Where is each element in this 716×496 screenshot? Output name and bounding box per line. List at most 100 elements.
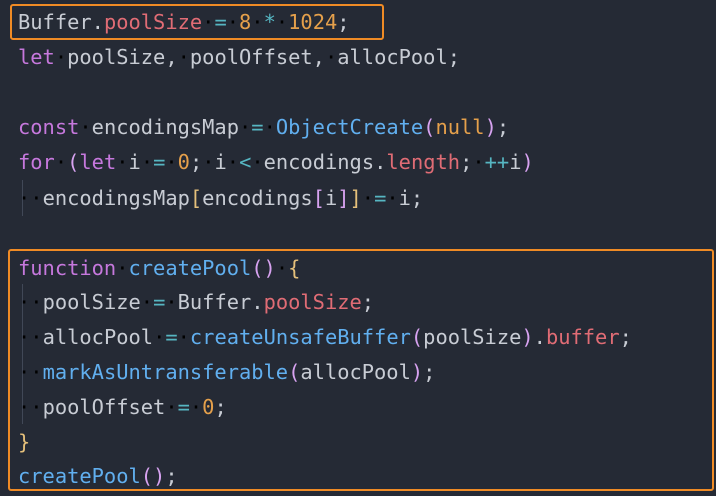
code-token: 0 xyxy=(202,395,215,419)
code-token: () xyxy=(251,256,276,280)
code-line-for-loop[interactable]: for·(let·i·=·0;·i·<·encodings.length;·++… xyxy=(18,144,534,180)
code-token: = xyxy=(177,395,190,419)
code-token: function xyxy=(18,256,117,280)
whitespace: · xyxy=(165,290,178,314)
code-token: buffer xyxy=(545,325,620,349)
code-line-create-pool-call[interactable]: createPool(); xyxy=(18,458,178,494)
code-token: < xyxy=(239,150,252,174)
code-token: createUnsafeBuffer xyxy=(189,325,411,349)
code-token: ; xyxy=(361,290,375,314)
whitespace: ·· xyxy=(18,186,43,210)
code-token: i xyxy=(128,150,141,174)
whitespace: · xyxy=(54,45,68,69)
code-token: i xyxy=(324,186,338,210)
code-token: = xyxy=(251,115,264,139)
code-token: ; xyxy=(460,150,473,174)
whitespace: · xyxy=(251,10,264,34)
whitespace: · xyxy=(189,395,203,419)
code-token: ; xyxy=(337,10,350,34)
code-token: encodingsMap xyxy=(42,186,190,210)
code-editor[interactable]: Buffer.poolSize·=·8·*·1024; let·poolSize,… xyxy=(0,0,716,496)
code-line-function-create-pool[interactable]: function·createPool()·{ xyxy=(18,250,300,286)
whitespace: · xyxy=(386,186,399,210)
code-token: ; xyxy=(423,360,436,384)
whitespace: · xyxy=(226,150,240,174)
code-token: i; xyxy=(398,186,424,210)
code-line-let-declarations[interactable]: let·poolSize,·poolOffset,·allocPool; xyxy=(18,39,460,75)
whitespace: · xyxy=(116,256,129,280)
whitespace: · xyxy=(324,45,338,69)
code-token: let xyxy=(18,45,55,69)
code-token: poolSize, xyxy=(67,45,178,69)
code-token: 1024 xyxy=(288,10,338,34)
code-token: ( xyxy=(423,115,436,139)
code-token: poolSize xyxy=(263,290,362,314)
code-token: poolSize xyxy=(103,10,203,34)
code-token: i xyxy=(509,150,522,174)
code-line-pool-size-assign[interactable]: ··poolSize·=·Buffer.poolSize; xyxy=(18,284,374,320)
code-token: null xyxy=(435,115,485,139)
code-token: poolOffset, xyxy=(189,45,325,69)
code-token: ] xyxy=(349,186,362,210)
code-token: [ xyxy=(189,186,203,210)
whitespace: · xyxy=(165,395,178,419)
code-token: = xyxy=(374,186,387,210)
code-token: encodings xyxy=(202,186,313,210)
code-line-const-encodings-map[interactable]: const·encodingsMap·=·ObjectCreate(null); xyxy=(18,109,509,145)
whitespace: · xyxy=(140,290,154,314)
code-token: ++ xyxy=(484,150,510,174)
whitespace: ·· xyxy=(18,360,43,384)
whitespace: · xyxy=(202,10,215,34)
code-token: ObjectCreate xyxy=(275,115,424,139)
whitespace: · xyxy=(153,325,166,349)
code-token: i xyxy=(214,150,227,174)
whitespace: · xyxy=(263,115,276,139)
code-line-loop-body[interactable]: ··encodingsMap[encodings[i]]·=·i; xyxy=(18,180,423,216)
code-line-mark-untransferable[interactable]: ··markAsUntransferable(allocPool); xyxy=(18,354,435,390)
code-line-alloc-pool-assign[interactable]: ··allocPool·=·createUnsafeBuffer(poolSiz… xyxy=(18,319,632,355)
code-token: encodings xyxy=(263,150,375,174)
whitespace: · xyxy=(116,150,129,174)
whitespace: · xyxy=(165,150,178,174)
code-token: ) xyxy=(484,115,497,139)
code-token: ; xyxy=(189,150,203,174)
code-line-buffer-poolsize[interactable]: Buffer.poolSize·=·8·*·1024; xyxy=(18,4,350,40)
code-token: const xyxy=(18,115,80,139)
whitespace: · xyxy=(177,325,190,349)
whitespace: · xyxy=(275,10,289,34)
whitespace: · xyxy=(140,150,154,174)
code-token: encodingsMap xyxy=(91,115,239,139)
code-token: . xyxy=(91,10,104,34)
code-token: . xyxy=(251,290,264,314)
code-token: ) xyxy=(521,325,534,349)
code-line-closing-brace[interactable]: } xyxy=(18,424,30,460)
code-token: markAsUntransferable xyxy=(42,360,289,384)
code-token: * xyxy=(263,10,276,34)
whitespace: · xyxy=(54,150,68,174)
code-token: for xyxy=(18,150,55,174)
whitespace: ·· xyxy=(18,325,43,349)
code-line-pool-offset-assign[interactable]: ··poolOffset·=·0; xyxy=(18,389,227,425)
whitespace: · xyxy=(275,256,289,280)
whitespace: ·· xyxy=(18,395,43,419)
code-token: ; xyxy=(214,395,227,419)
whitespace: · xyxy=(251,150,264,174)
code-token: createPool xyxy=(128,256,252,280)
code-token: { xyxy=(288,256,301,280)
code-token: } xyxy=(18,430,31,454)
code-token: Buffer xyxy=(177,290,252,314)
code-token: ( xyxy=(410,325,424,349)
code-token: ) xyxy=(521,150,534,174)
code-token: ( xyxy=(67,150,80,174)
code-token: let xyxy=(79,150,117,174)
code-token: ] xyxy=(337,186,350,210)
code-token: Buffer xyxy=(18,10,92,34)
code-token: poolSize xyxy=(423,325,522,349)
code-token: 0 xyxy=(177,150,190,174)
whitespace: · xyxy=(361,186,375,210)
code-token: createPool xyxy=(18,464,141,488)
whitespace: · xyxy=(239,115,252,139)
code-token: poolOffset xyxy=(42,395,166,419)
code-token: = xyxy=(153,290,166,314)
code-token: [ xyxy=(312,186,325,210)
